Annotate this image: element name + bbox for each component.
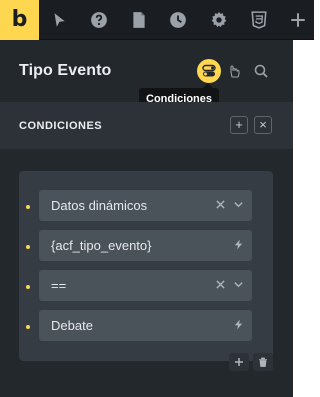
add-icon[interactable] — [288, 10, 308, 30]
html5-icon[interactable] — [249, 10, 269, 30]
top-toolbar: b — [0, 0, 314, 40]
logo-letter: b — [11, 7, 28, 32]
add-condition-button[interactable] — [229, 353, 249, 371]
canvas-area — [293, 40, 314, 397]
page-icon[interactable] — [129, 10, 149, 30]
condition-value-input[interactable]: Debate — [39, 310, 252, 341]
interactions-icon[interactable] — [222, 59, 246, 83]
add-icon — [235, 358, 243, 366]
dynamic-data-icon[interactable] — [233, 230, 244, 261]
condition-operator-select[interactable]: == — [39, 270, 252, 301]
condition-bullet — [26, 245, 30, 249]
cursor-icon[interactable] — [49, 10, 69, 30]
chevron-down-icon[interactable] — [233, 270, 244, 301]
clear-icon[interactable] — [215, 270, 226, 301]
dynamic-data-icon[interactable] — [233, 310, 244, 341]
settings-icon[interactable] — [209, 10, 229, 30]
close-conditions-button[interactable]: × — [254, 116, 272, 134]
add-condition-set-button[interactable]: + — [230, 116, 248, 134]
condition-value-value: Debate — [51, 318, 93, 333]
condition-operator-value: == — [51, 278, 67, 293]
conditions-toggle-icon[interactable] — [197, 59, 221, 83]
clear-icon[interactable] — [215, 190, 226, 221]
section-title: CONDICIONES — [19, 120, 103, 132]
condition-key-input[interactable]: {acf_tipo_evento} — [39, 230, 252, 261]
history-icon[interactable] — [168, 10, 188, 30]
delete-condition-set-button[interactable] — [253, 353, 273, 371]
search-icon[interactable] — [249, 59, 273, 83]
page-title: Tipo Evento — [19, 62, 112, 79]
help-icon[interactable] — [89, 10, 109, 30]
condition-set-card: Datos dinámicos {acf_tipo_evento} == Deb… — [19, 171, 273, 361]
condition-source-select[interactable]: Datos dinámicos — [39, 190, 252, 221]
condition-bullet — [26, 325, 30, 329]
condition-bullet — [26, 285, 30, 289]
condition-bullet — [26, 205, 30, 209]
condition-key-value: {acf_tipo_evento} — [51, 238, 152, 253]
chevron-down-icon[interactable] — [233, 190, 244, 221]
conditions-section-header: CONDICIONES + × — [0, 102, 293, 149]
logo[interactable]: b — [0, 0, 39, 40]
trash-icon — [259, 357, 267, 367]
condition-source-value: Datos dinámicos — [51, 198, 148, 213]
